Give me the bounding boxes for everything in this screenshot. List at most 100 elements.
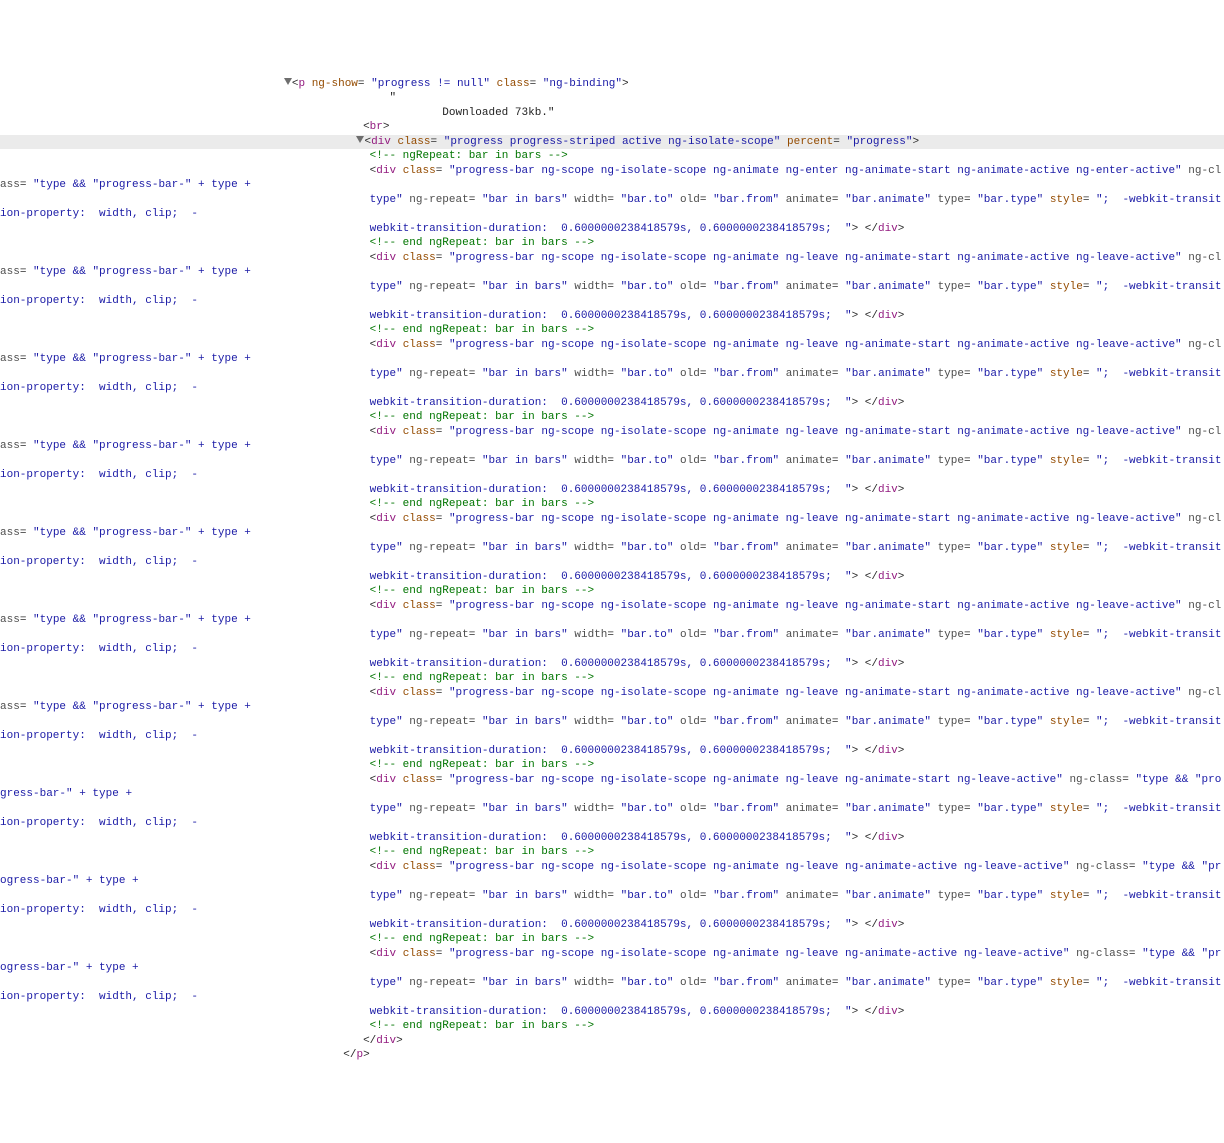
dom-tree-row[interactable]: webkit-transition-duration: 0.6000000238…	[0, 918, 1224, 933]
dom-tree-row[interactable]: type" ng-repeat= "bar in bars" width= "b…	[0, 280, 1224, 309]
dom-tree-row[interactable]: webkit-transition-duration: 0.6000000238…	[0, 657, 1224, 672]
attr-value: "bar in bars"	[482, 977, 568, 989]
attr-value: "bar in bars"	[482, 716, 568, 728]
attr-value: type"	[370, 716, 403, 728]
dom-tree-row[interactable]: <!-- end ngRepeat: bar in bars -->	[0, 1019, 1224, 1034]
attr-name: width	[574, 977, 607, 989]
dom-tree-row[interactable]: "	[0, 91, 1224, 106]
punct: >	[912, 136, 919, 148]
dom-tree-row[interactable]: <div class= "progress-bar ng-scope ng-is…	[0, 425, 1224, 454]
dom-tree-row[interactable]: type" ng-repeat= "bar in bars" width= "b…	[0, 628, 1224, 657]
dom-tree-row[interactable]: <!-- end ngRepeat: bar in bars -->	[0, 671, 1224, 686]
punct: =	[832, 542, 839, 554]
dom-tree-row[interactable]: type" ng-repeat= "bar in bars" width= "b…	[0, 802, 1224, 831]
expand-triangle-icon[interactable]	[284, 78, 292, 85]
dom-tree-row[interactable]: type" ng-repeat= "bar in bars" width= "b…	[0, 454, 1224, 483]
attr-name: percent	[787, 136, 833, 148]
dom-tree-row[interactable]: <!-- end ngRepeat: bar in bars -->	[0, 758, 1224, 773]
dom-tree-row[interactable]: type" ng-repeat= "bar in bars" width= "b…	[0, 889, 1224, 918]
dom-tree-row[interactable]: type" ng-repeat= "bar in bars" width= "b…	[0, 367, 1224, 396]
dom-tree-row[interactable]: <!-- end ngRepeat: bar in bars -->	[0, 323, 1224, 338]
attr-value: webkit-transition-duration: 0.6000000238…	[370, 658, 852, 670]
punct: =	[700, 890, 707, 902]
html-comment: <!-- end ngRepeat: bar in bars -->	[370, 759, 594, 771]
dom-tree-row[interactable]: webkit-transition-duration: 0.6000000238…	[0, 483, 1224, 498]
dom-tree-row[interactable]: <!-- ngRepeat: bar in bars -->	[0, 149, 1224, 164]
dom-tree-row[interactable]: <div class= "progress-bar ng-scope ng-is…	[0, 773, 1224, 802]
dom-tree-row[interactable]: <!-- end ngRepeat: bar in bars -->	[0, 584, 1224, 599]
punct: =	[436, 948, 443, 960]
attr-name: old	[680, 194, 700, 206]
punct: =	[700, 716, 707, 728]
dom-tree-row[interactable]: <div class= "progress-bar ng-scope ng-is…	[0, 251, 1224, 280]
attr-value: "type && "progress-bar-" + type	[33, 701, 238, 713]
dom-tree-row[interactable]: <!-- end ngRepeat: bar in bars -->	[0, 410, 1224, 425]
dom-tree-row[interactable]: <div class= "progress-bar ng-scope ng-is…	[0, 338, 1224, 367]
punct: =	[1083, 629, 1090, 641]
dom-tree-row[interactable]: <!-- end ngRepeat: bar in bars -->	[0, 236, 1224, 251]
attr-value: +	[132, 962, 139, 974]
tag-name: div	[878, 832, 898, 844]
dom-tree-row[interactable]: <div class= "progress progress-striped a…	[0, 135, 1224, 150]
dom-tree-row[interactable]: webkit-transition-duration: 0.6000000238…	[0, 831, 1224, 846]
dom-tree-row[interactable]: </div>	[0, 1034, 1224, 1049]
dom-tree-row[interactable]: type" ng-repeat= "bar in bars" width= "b…	[0, 193, 1224, 222]
dom-tree-row[interactable]: webkit-transition-duration: 0.6000000238…	[0, 222, 1224, 237]
dom-tree-row[interactable]: <div class= "progress-bar ng-scope ng-is…	[0, 512, 1224, 541]
punct: =	[469, 716, 476, 728]
attr-value: "bar.animate"	[845, 890, 931, 902]
dom-tree-row[interactable]: <div class= "progress-bar ng-scope ng-is…	[0, 860, 1224, 889]
attr-value: "bar.to"	[621, 542, 674, 554]
punct: >	[898, 223, 905, 235]
tag-name: div	[376, 600, 396, 612]
dom-tree-row[interactable]: <p ng-show= "progress != null" class= "n…	[0, 77, 1224, 92]
dom-tree-row[interactable]: <!-- end ngRepeat: bar in bars -->	[0, 932, 1224, 947]
attr-value: "progress-bar ng-scope ng-isolate-scope …	[449, 948, 1070, 960]
dom-tree-row[interactable]: webkit-transition-duration: 0.6000000238…	[0, 1005, 1224, 1020]
punct: =	[832, 803, 839, 815]
attr-name: old	[680, 803, 700, 815]
attr-value: type"	[370, 368, 403, 380]
dom-tree-row[interactable]: type" ng-repeat= "bar in bars" width= "b…	[0, 715, 1224, 744]
dom-tree-row[interactable]: <div class= "progress-bar ng-scope ng-is…	[0, 164, 1224, 193]
attr-value: "progress != null"	[371, 78, 490, 90]
dom-tree-row[interactable]: webkit-transition-duration: 0.6000000238…	[0, 396, 1224, 411]
punct: =	[436, 165, 443, 177]
attr-value: "bar.from"	[713, 716, 779, 728]
attr-value: webkit-transition-duration: 0.6000000238…	[370, 397, 852, 409]
attr-value: "progress-bar ng-scope ng-isolate-scope …	[449, 165, 1182, 177]
dom-tree-row[interactable]: <div class= "progress-bar ng-scope ng-is…	[0, 947, 1224, 976]
punct: =	[469, 803, 476, 815]
attr-name: width	[574, 368, 607, 380]
attr-name: ng-repeat	[409, 977, 468, 989]
devtools-dom-tree[interactable]: <p ng-show= "progress != null" class= "n…	[0, 73, 1224, 1071]
attr-name: type	[938, 629, 964, 641]
attr-value: "bar.from"	[713, 542, 779, 554]
dom-tree-row[interactable]: webkit-transition-duration: 0.6000000238…	[0, 744, 1224, 759]
punct: >	[852, 658, 859, 670]
attr-value: "bar.to"	[621, 716, 674, 728]
punct: =	[607, 629, 614, 641]
attr-name: width	[574, 455, 607, 467]
dom-tree-row[interactable]: </p>	[0, 1048, 1224, 1063]
dom-tree-row[interactable]: webkit-transition-duration: 0.6000000238…	[0, 570, 1224, 585]
punct: =	[436, 600, 443, 612]
dom-tree-row[interactable]: <div class= "progress-bar ng-scope ng-is…	[0, 599, 1224, 628]
attr-value: "bar.from"	[713, 455, 779, 467]
attr-value: webkit-transition-duration: 0.6000000238…	[370, 1006, 852, 1018]
punct: =	[20, 527, 27, 539]
attr-value: "bar.type"	[977, 194, 1043, 206]
dom-tree-row[interactable]: <div class= "progress-bar ng-scope ng-is…	[0, 686, 1224, 715]
dom-tree-row[interactable]: webkit-transition-duration: 0.6000000238…	[0, 309, 1224, 324]
dom-tree-row[interactable]: <!-- end ngRepeat: bar in bars -->	[0, 845, 1224, 860]
dom-tree-row[interactable]: Downloaded 73kb."	[0, 106, 1224, 121]
html-comment: <!-- end ngRepeat: bar in bars -->	[370, 585, 594, 597]
dom-tree-row[interactable]: type" ng-repeat= "bar in bars" width= "b…	[0, 976, 1224, 1005]
dom-tree-row[interactable]: <!-- end ngRepeat: bar in bars -->	[0, 497, 1224, 512]
attr-name: style	[1050, 455, 1083, 467]
dom-tree-row[interactable]: type" ng-repeat= "bar in bars" width= "b…	[0, 541, 1224, 570]
attr-value: "bar.animate"	[845, 977, 931, 989]
punct: >	[852, 745, 859, 757]
attr-name: animate	[786, 281, 832, 293]
dom-tree-row[interactable]: <br>	[0, 120, 1224, 135]
